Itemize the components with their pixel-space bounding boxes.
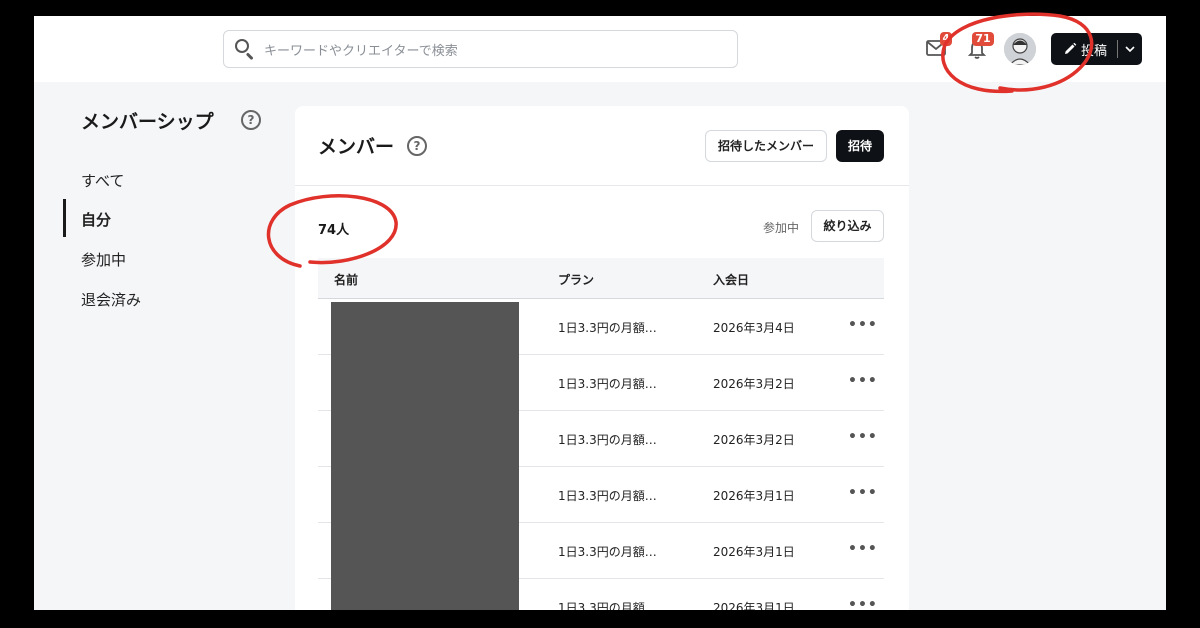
member-count: 74人 <box>318 223 350 238</box>
notification-badge: 71 <box>972 32 994 46</box>
joined-cell: 2026年3月2日 <box>713 377 795 391</box>
invite-button[interactable]: 招待 <box>836 130 884 162</box>
search-box[interactable]: キーワードやクリエイターで検索 <box>223 30 738 68</box>
sidebar-item-joined[interactable]: 参加中 <box>81 249 126 270</box>
mail-badge: 4 <box>940 32 952 46</box>
avatar[interactable] <box>1004 33 1036 65</box>
more-icon[interactable]: ••• <box>848 373 878 389</box>
more-icon[interactable]: ••• <box>848 541 878 557</box>
column-name: 名前 <box>334 273 359 287</box>
post-button-label: 投稿 <box>1081 43 1108 59</box>
joined-cell: 2026年3月2日 <box>713 433 795 447</box>
filter-status: 参加中 <box>763 221 800 235</box>
more-icon[interactable]: ••• <box>848 597 878 610</box>
redacted-names <box>331 302 519 610</box>
plan-cell: 1日3.3円の月額… <box>558 545 657 559</box>
more-icon[interactable]: ••• <box>848 429 878 445</box>
post-button-divider <box>1117 40 1118 58</box>
app-frame: キーワードやクリエイターで検索 4 71 投稿 メンバーシップ ? すべて 自分… <box>34 16 1166 610</box>
joined-cell: 2026年3月4日 <box>713 321 795 335</box>
sidebar-item-mine[interactable]: 自分 <box>81 209 111 230</box>
search-icon <box>234 38 256 60</box>
filter-button[interactable]: 絞り込み <box>811 210 884 242</box>
help-icon[interactable]: ? <box>241 110 261 130</box>
plan-cell: 1日3.3円の月額… <box>558 489 657 503</box>
sidebar-item-all[interactable]: すべて <box>81 170 124 191</box>
plan-cell: 1日3.3円の月額… <box>558 601 657 610</box>
header: キーワードやクリエイターで検索 4 71 投稿 <box>34 16 1166 82</box>
table-header: 名前 プラン 入会日 <box>318 258 884 299</box>
joined-cell: 2026年3月1日 <box>713 601 795 610</box>
joined-cell: 2026年3月1日 <box>713 489 795 503</box>
help-icon[interactable]: ? <box>407 136 427 156</box>
post-button[interactable]: 投稿 <box>1051 33 1142 65</box>
plan-cell: 1日3.3円の月額… <box>558 377 657 391</box>
column-joined: 入会日 <box>713 273 750 287</box>
more-icon[interactable]: ••• <box>848 317 878 333</box>
search-input[interactable]: キーワードやクリエイターで検索 <box>264 40 458 59</box>
pen-icon <box>1065 42 1077 54</box>
avatar-image <box>1004 33 1036 65</box>
sidebar-active-indicator <box>63 199 66 237</box>
sidebar-title: メンバーシップ <box>81 111 214 133</box>
invited-members-button[interactable]: 招待したメンバー <box>705 130 827 162</box>
more-icon[interactable]: ••• <box>848 485 878 501</box>
column-plan: プラン <box>558 273 595 287</box>
plan-cell: 1日3.3円の月額… <box>558 433 657 447</box>
page-title: メンバー <box>318 136 395 158</box>
chevron-down-icon[interactable] <box>1123 42 1137 56</box>
sidebar-item-withdrawn[interactable]: 退会済み <box>81 289 141 310</box>
divider <box>295 185 909 186</box>
plan-cell: 1日3.3円の月額… <box>558 321 657 335</box>
joined-cell: 2026年3月1日 <box>713 545 795 559</box>
